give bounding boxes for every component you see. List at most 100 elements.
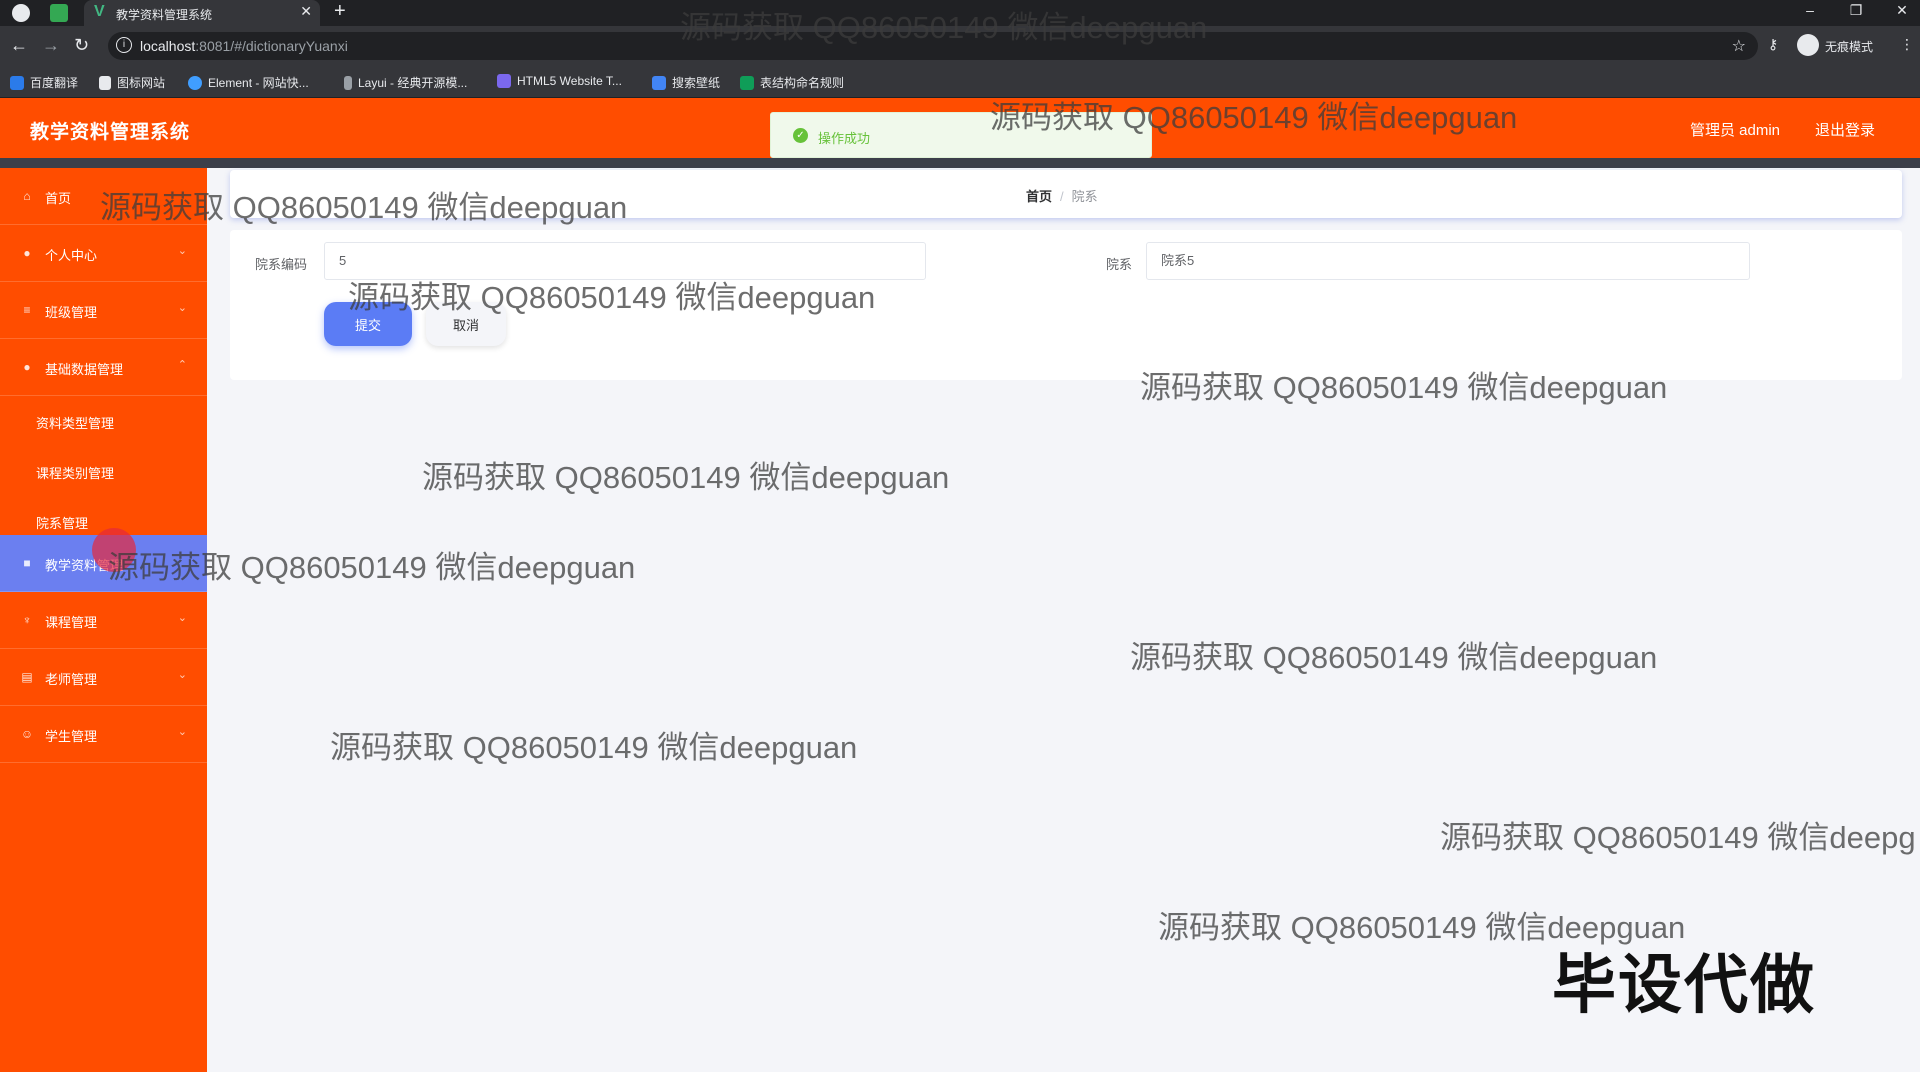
teacher-icon: ▤: [21, 670, 33, 684]
sidebar-item-student[interactable]: ☺ 学生管理 ⌄: [0, 706, 207, 763]
sidebar-item-label: 首页: [45, 191, 72, 206]
chevron-down-icon: ⌄: [177, 612, 187, 624]
cursor-click-indicator: [92, 528, 136, 572]
user-icon: ●: [23, 246, 31, 260]
department-code-input[interactable]: 5: [324, 242, 926, 280]
sidebar-menu: ⌂ 首页 ● 个人中心 ⌄ ≡ 班级管理 ⌄ ● 基础数据管理 ⌃ 资料类型管理…: [0, 168, 207, 1072]
app-tab-icon[interactable]: [50, 4, 68, 22]
success-toast: ✓ 操作成功: [770, 112, 1152, 158]
sidebar-subitem-label: 院系管理: [36, 516, 89, 531]
profile-label[interactable]: 无痕模式: [1825, 38, 1873, 55]
chevron-down-icon: ⌄: [177, 669, 187, 681]
url-host: localhost: [140, 38, 196, 54]
bookmark-item[interactable]: Layui - 经典开源模...: [344, 74, 467, 91]
watermark-text: 源码获取 QQ86050149 微信deepguan: [422, 460, 950, 495]
watermark-stamp: 毕设代做: [1552, 949, 1816, 1021]
tab-title: 教学资料管理系统: [116, 8, 213, 22]
home-icon: ⌂: [23, 189, 31, 203]
address-bar-row: ← → ↻ i localhost:8081/#/dictionaryYuanx…: [0, 26, 1920, 66]
minimize-icon[interactable]: –: [1795, 2, 1825, 18]
department-code-label: 院系编码: [255, 257, 308, 272]
current-user: 管理员 admin: [1690, 122, 1781, 139]
watermark-text: 源码获取 QQ86050149 微信deepg: [1440, 820, 1916, 855]
browser-more-icon[interactable]: ⋮: [1900, 36, 1914, 53]
sheet-icon: [740, 75, 754, 90]
logout-link[interactable]: 退出登录: [1815, 119, 1875, 140]
sidebar-item-basedata[interactable]: ● 基础数据管理 ⌃: [0, 339, 207, 396]
bookmark-item[interactable]: 图标网站: [99, 74, 165, 91]
incognito-icon[interactable]: [1797, 34, 1819, 56]
url-text: localhost:8081/#/dictionaryYuanxi: [140, 38, 348, 54]
bookmark-label: 百度翻译: [30, 76, 79, 90]
doc-icon: ■: [23, 556, 31, 570]
check-circle-icon: ✓: [793, 128, 808, 143]
element-icon: [188, 75, 202, 90]
department-name-label: 院系: [1106, 257, 1133, 272]
department-name-input[interactable]: 院系5: [1146, 242, 1750, 280]
close-window-icon[interactable]: ✕: [1887, 2, 1917, 19]
bookmark-label: HTML5 Website T...: [517, 74, 622, 88]
sidebar-subitem-course-category[interactable]: 课程类别管理: [0, 446, 207, 496]
sidebar-item-label: 课程管理: [45, 615, 98, 630]
breadcrumb-current: 院系: [1071, 189, 1098, 204]
key-icon[interactable]: ⚷: [1768, 36, 1778, 53]
bookmark-item[interactable]: 搜索壁纸: [652, 74, 720, 91]
app-title: 教学资料管理系统: [30, 122, 191, 143]
breadcrumb-home[interactable]: 首页: [1026, 189, 1052, 204]
watermark-text: 源码获取 QQ86050149 微信deepguan: [330, 730, 858, 765]
browser-tab-strip: V 教学资料管理系统 ✕ + – ❐ ✕: [0, 0, 1920, 26]
bookmark-item[interactable]: 百度翻译: [10, 74, 78, 91]
restore-icon[interactable]: ❐: [1841, 2, 1871, 19]
new-tab-icon[interactable]: +: [334, 0, 346, 23]
vue-logo-icon: V: [94, 3, 105, 20]
back-icon[interactable]: ←: [10, 35, 28, 56]
reload-icon[interactable]: ↻: [74, 35, 89, 56]
sidebar-item-profile[interactable]: ● 个人中心 ⌄: [0, 225, 207, 282]
sidebar-item-label: 班级管理: [45, 305, 98, 320]
bookmark-label: 搜索壁纸: [672, 76, 721, 90]
forward-icon[interactable]: →: [42, 35, 60, 56]
bookmark-star-icon[interactable]: ☆: [1732, 36, 1746, 56]
browser-menu-icon[interactable]: [12, 4, 30, 22]
list-icon: ≡: [23, 303, 31, 317]
chevron-down-icon: ⌄: [177, 302, 187, 314]
info-icon[interactable]: i: [116, 37, 132, 53]
student-icon: ☺: [20, 727, 34, 741]
wallpaper-icon: [652, 75, 666, 90]
breadcrumb: 首页 / 院系: [230, 170, 1902, 218]
html5-icon: [497, 74, 511, 88]
sidebar-item-label: 个人中心: [45, 248, 98, 263]
breadcrumb-separator: /: [1060, 189, 1064, 204]
bookmarks-bar: 百度翻译 图标网站 Element - 网站快... Layui - 经典开源模…: [0, 66, 1920, 98]
sidebar-item-teacher[interactable]: ▤ 老师管理 ⌄: [0, 649, 207, 706]
toast-message: 操作成功: [818, 131, 871, 146]
sidebar-subitem-label: 课程类别管理: [36, 466, 115, 481]
bookmark-item[interactable]: Element - 网站快...: [188, 74, 309, 91]
url-input[interactable]: i localhost:8081/#/dictionaryYuanxi ☆: [108, 32, 1758, 60]
submit-button[interactable]: 提交: [324, 302, 412, 346]
bookmark-label: Element - 网站快...: [208, 76, 309, 90]
sidebar-subitem-material-type[interactable]: 资料类型管理: [0, 396, 207, 446]
translate-icon: [10, 75, 24, 90]
cancel-button[interactable]: 取消: [426, 302, 506, 346]
chevron-up-icon: ⌃: [177, 359, 187, 371]
chevron-down-icon: ⌄: [177, 245, 187, 257]
bookmark-item[interactable]: 表结构命名规则: [740, 74, 844, 91]
sidebar-item-course[interactable]: ♆ 课程管理 ⌄: [0, 592, 207, 649]
header-divider: [0, 158, 1920, 168]
sidebar-item-label: 学生管理: [45, 729, 98, 744]
sidebar-item-class[interactable]: ≡ 班级管理 ⌄: [0, 282, 207, 339]
layui-icon: [344, 75, 352, 90]
bookmark-label: Layui - 经典开源模...: [358, 76, 468, 90]
breadcrumb-trail: 首页 / 院系: [1026, 186, 1098, 205]
browser-tab-active[interactable]: V 教学资料管理系统 ✕: [84, 0, 320, 26]
chevron-down-icon: ⌄: [177, 726, 187, 738]
bookmark-label: 表结构命名规则: [760, 76, 845, 90]
bookmark-item[interactable]: HTML5 Website T...: [497, 74, 622, 88]
course-icon: ♆: [22, 613, 32, 627]
sidebar-subitem-label: 资料类型管理: [36, 416, 115, 431]
sidebar-item-home[interactable]: ⌂ 首页: [0, 168, 207, 225]
flag-icon: [99, 75, 111, 90]
tab-close-icon[interactable]: ✕: [300, 3, 312, 20]
url-path: :8081/#/dictionaryYuanxi: [195, 38, 348, 54]
